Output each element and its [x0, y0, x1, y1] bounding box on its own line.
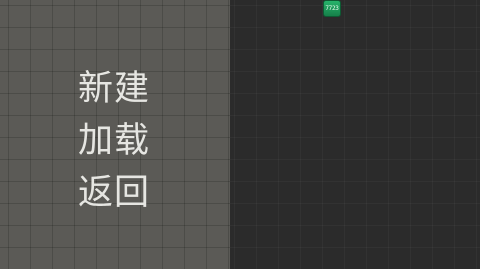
back-button[interactable]: 返回	[78, 167, 150, 219]
load-game-button[interactable]: 加载	[78, 115, 150, 167]
app-badge-icon[interactable]: 7723	[323, 0, 341, 17]
main-menu: 新建 加载 返回	[78, 63, 150, 219]
menu-panel: 新建 加载 返回	[0, 0, 230, 269]
new-game-button[interactable]: 新建	[78, 63, 150, 115]
badge-label: 7723	[325, 5, 339, 12]
preview-panel	[230, 0, 480, 269]
